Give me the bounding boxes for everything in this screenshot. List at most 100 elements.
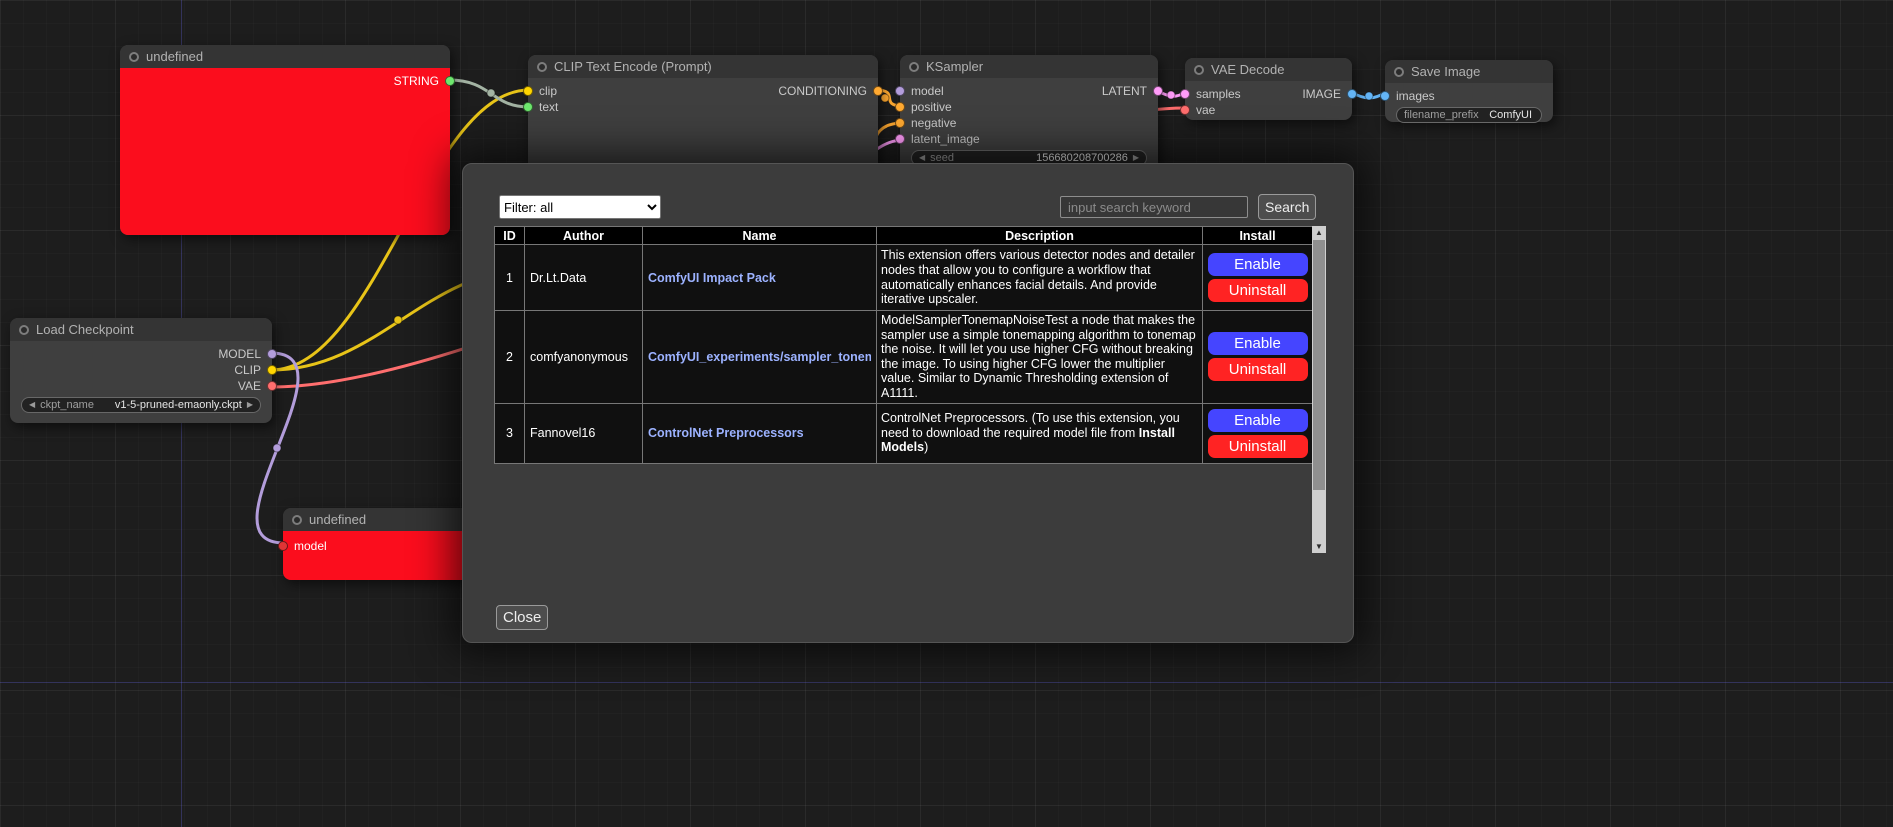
node-title: CLIP Text Encode (Prompt) xyxy=(554,59,712,74)
input-port-images[interactable] xyxy=(1380,91,1390,101)
cell-author: Dr.Lt.Data xyxy=(525,245,643,311)
link-dot xyxy=(394,316,402,324)
input-port-latent-image[interactable] xyxy=(895,134,905,144)
enable-button[interactable]: Enable xyxy=(1208,332,1308,355)
node-title-bar[interactable]: KSampler xyxy=(900,55,1158,78)
node-title: undefined xyxy=(309,512,366,527)
node-title-bar[interactable]: undefined xyxy=(120,45,450,68)
input-label: text xyxy=(539,100,558,114)
cell-id: 2 xyxy=(495,311,525,404)
next-value-icon[interactable]: ▶ xyxy=(247,401,253,409)
node-load-checkpoint[interactable]: Load Checkpoint MODEL CLIP VAE xyxy=(10,318,272,423)
node-undefined-top[interactable]: undefined STRING xyxy=(120,45,450,235)
node-title-bar[interactable]: Save Image xyxy=(1385,60,1553,83)
input-port-vae[interactable] xyxy=(1180,105,1190,115)
node-title: KSampler xyxy=(926,59,983,74)
search-input[interactable] xyxy=(1060,196,1248,218)
input-port-model[interactable] xyxy=(895,86,905,96)
table-header-row: ID Author Name Description Install xyxy=(495,227,1313,245)
node-vae-decode[interactable]: VAE Decode samples IMAGE vae xyxy=(1185,58,1352,120)
cell-author: comfyanonymous xyxy=(525,311,643,404)
header-id: ID xyxy=(495,227,525,245)
extension-link[interactable]: ControlNet Preprocessors xyxy=(648,426,871,440)
input-label: clip xyxy=(539,84,557,98)
collapse-dot-icon[interactable] xyxy=(19,325,29,335)
collapse-dot-icon[interactable] xyxy=(909,62,919,72)
header-install: Install xyxy=(1203,227,1313,245)
node-body-error: STRING xyxy=(120,68,450,235)
scroll-down-icon[interactable]: ▼ xyxy=(1312,540,1326,553)
collapse-dot-icon[interactable] xyxy=(1394,67,1404,77)
graph-canvas[interactable]: undefined STRING CLIP Text Encode (Promp… xyxy=(0,0,1893,827)
output-label: CONDITIONING xyxy=(778,84,867,98)
output-port-image[interactable] xyxy=(1347,89,1357,99)
uninstall-button[interactable]: Uninstall xyxy=(1208,279,1308,302)
collapse-dot-icon[interactable] xyxy=(537,62,547,72)
output-port-model[interactable] xyxy=(267,349,277,359)
scroll-up-icon[interactable]: ▲ xyxy=(1312,226,1326,239)
extension-table-container: ID Author Name Description Install 1 Dr.… xyxy=(494,226,1312,553)
output-label: CLIP xyxy=(234,363,261,377)
link-dot xyxy=(487,89,495,97)
widget-value: v1-5-pruned-emaonly.ckpt xyxy=(115,399,242,411)
prev-value-icon[interactable]: ◀ xyxy=(29,401,35,409)
link-dot xyxy=(273,444,281,452)
search-button[interactable]: Search xyxy=(1258,194,1316,220)
filename-prefix-widget[interactable]: filename_prefix ComfyUI xyxy=(1396,107,1542,123)
increment-icon[interactable]: ▶ xyxy=(1133,154,1139,162)
input-label: vae xyxy=(1196,103,1215,117)
collapse-dot-icon[interactable] xyxy=(1194,65,1204,75)
node-title-bar[interactable]: VAE Decode xyxy=(1185,58,1352,81)
input-label: positive xyxy=(911,100,952,114)
scrollbar-thumb[interactable] xyxy=(1313,240,1325,490)
output-port-clip[interactable] xyxy=(267,365,277,375)
input-port-samples[interactable] xyxy=(1180,89,1190,99)
link-dot xyxy=(1365,92,1373,100)
input-port-negative[interactable] xyxy=(895,118,905,128)
uninstall-button[interactable]: Uninstall xyxy=(1208,358,1308,381)
output-port-vae[interactable] xyxy=(267,381,277,391)
ckpt-name-widget[interactable]: ◀ ckpt_name v1-5-pruned-emaonly.ckpt ▶ xyxy=(21,397,261,413)
node-body: samples IMAGE vae xyxy=(1185,81,1352,118)
input-label: model xyxy=(294,539,327,553)
input-port-positive[interactable] xyxy=(895,102,905,112)
input-port-clip[interactable] xyxy=(523,86,533,96)
output-port-string[interactable] xyxy=(445,76,455,86)
output-port-conditioning[interactable] xyxy=(873,86,883,96)
header-author: Author xyxy=(525,227,643,245)
extension-link[interactable]: ComfyUI Impact Pack xyxy=(648,271,871,285)
grid-axis-horizontal xyxy=(0,682,1893,683)
input-label: negative xyxy=(911,116,956,130)
uninstall-button[interactable]: Uninstall xyxy=(1208,435,1308,458)
cell-description: ModelSamplerTonemapNoiseTest a node that… xyxy=(877,311,1203,404)
output-label: MODEL xyxy=(218,347,261,361)
cell-author: Fannovel16 xyxy=(525,403,643,463)
output-label: STRING xyxy=(394,74,439,88)
output-port-latent[interactable] xyxy=(1153,86,1163,96)
output-label: IMAGE xyxy=(1302,87,1341,101)
input-port-text[interactable] xyxy=(523,102,533,112)
filter-select[interactable]: Filter: all xyxy=(499,195,661,219)
cell-id: 3 xyxy=(495,403,525,463)
node-title-bar[interactable]: Load Checkpoint xyxy=(10,318,272,341)
input-port-model[interactable] xyxy=(278,541,288,551)
enable-button[interactable]: Enable xyxy=(1208,253,1308,276)
wire-string xyxy=(449,80,529,107)
extension-table: ID Author Name Description Install 1 Dr.… xyxy=(494,226,1312,464)
node-body: images filename_prefix ComfyUI xyxy=(1385,83,1553,123)
scrollbar[interactable]: ▲ ▼ xyxy=(1312,226,1326,553)
table-row: 1 Dr.Lt.Data ComfyUI Impact Pack This ex… xyxy=(495,245,1313,311)
widget-name: filename_prefix xyxy=(1404,109,1479,121)
collapse-dot-icon[interactable] xyxy=(292,515,302,525)
node-title-bar[interactable]: CLIP Text Encode (Prompt) xyxy=(528,55,878,78)
cell-description: This extension offers various detector n… xyxy=(877,245,1203,311)
enable-button[interactable]: Enable xyxy=(1208,409,1308,432)
node-body: clip CONDITIONING text xyxy=(528,78,878,115)
close-button[interactable]: Close xyxy=(496,605,548,630)
header-name: Name xyxy=(643,227,877,245)
link-dot xyxy=(1167,91,1175,99)
decrement-icon[interactable]: ◀ xyxy=(919,154,925,162)
extension-link[interactable]: ComfyUI_experiments/sampler_tonemap xyxy=(648,350,871,364)
node-save-image[interactable]: Save Image images filename_prefix ComfyU… xyxy=(1385,60,1553,122)
collapse-dot-icon[interactable] xyxy=(129,52,139,62)
